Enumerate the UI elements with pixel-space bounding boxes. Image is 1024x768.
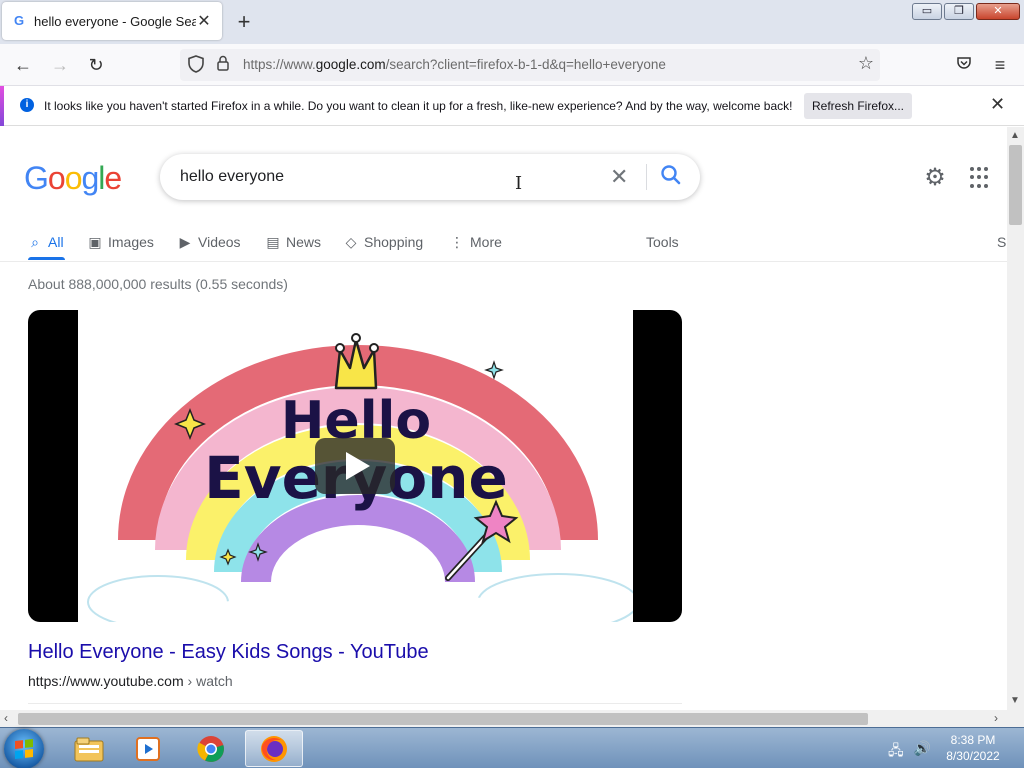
file-explorer-taskbar-icon[interactable]: [60, 730, 118, 767]
taskbar-clock[interactable]: 8:38 PM 8/30/2022: [938, 732, 1008, 764]
system-tray: 🖧 🔊: [888, 740, 931, 764]
google-logo[interactable]: Google: [24, 160, 122, 197]
scrollbar-corner: [1007, 710, 1024, 727]
tab-label: All: [48, 234, 64, 250]
google-favicon-icon: G: [13, 13, 25, 28]
tab-strip: G hello everyone - Google Search ✕ + ▭ ❐…: [0, 0, 1024, 44]
video-artwork: Hello Everyone: [78, 310, 633, 622]
result-url[interactable]: https://www.youtube.com › watch: [28, 673, 233, 689]
browser-tab[interactable]: G hello everyone - Google Search ✕: [2, 2, 222, 40]
new-tab-button[interactable]: +: [232, 8, 256, 36]
notification-close-icon[interactable]: ✕: [990, 94, 1005, 115]
back-button[interactable]: ←: [11, 53, 35, 77]
result-title-link[interactable]: Hello Everyone - Easy Kids Songs - YouTu…: [28, 641, 429, 664]
minimize-button[interactable]: ▭: [912, 3, 942, 20]
scroll-down-arrow-icon[interactable]: ▼: [1010, 695, 1020, 706]
menu-hamburger-icon[interactable]: ≡: [988, 53, 1012, 77]
more-vertical-icon: ⋮: [450, 233, 464, 250]
video-thumbnail[interactable]: Hello Everyone: [28, 310, 682, 622]
start-button[interactable]: [4, 729, 44, 768]
firefox-taskbar-icon[interactable]: [245, 730, 303, 767]
tab-title: hello everyone - Google Search: [34, 13, 196, 29]
text-cursor-icon: I: [515, 173, 523, 194]
url-text[interactable]: https://www.google.com/search?client=fir…: [243, 57, 666, 72]
safesearch-button-partial[interactable]: S: [997, 230, 1006, 254]
media-player-taskbar-icon[interactable]: [120, 730, 178, 767]
tab-label: Images: [108, 234, 154, 250]
image-icon: ▣: [88, 233, 102, 250]
settings-gear-icon[interactable]: ⚙: [922, 165, 948, 191]
search-icon: ⌕: [31, 233, 39, 250]
result-divider: [28, 703, 682, 704]
bookmark-star-icon[interactable]: ☆: [858, 53, 874, 74]
vertical-scrollbar[interactable]: ▲ ▼: [1007, 127, 1024, 710]
vertical-scroll-thumb[interactable]: [1009, 145, 1022, 225]
chrome-taskbar-icon[interactable]: [182, 730, 240, 767]
tab-label: More: [470, 234, 502, 250]
tab-shopping[interactable]: ◇ Shopping: [344, 230, 424, 254]
info-icon: i: [20, 98, 34, 112]
clear-search-icon[interactable]: ✕: [610, 164, 628, 190]
horizontal-scrollbar[interactable]: ‹ ›: [0, 710, 1007, 727]
lock-icon[interactable]: [216, 55, 230, 74]
notification-accent-strip: [0, 86, 4, 126]
tracking-protection-shield-icon[interactable]: [188, 55, 204, 77]
search-box: ✕: [160, 154, 700, 200]
search-icon[interactable]: [658, 162, 684, 188]
network-icon[interactable]: 🖧: [888, 740, 904, 764]
forward-button[interactable]: →: [48, 53, 72, 77]
news-icon: ▤: [266, 233, 280, 250]
navigation-toolbar: ← → ↻ https://www.google.com/search?clie…: [0, 44, 1024, 86]
windows-taskbar: 🖧 🔊 8:38 PM 8/30/2022: [0, 727, 1024, 768]
tab-videos[interactable]: ▶ Videos: [178, 230, 241, 254]
scroll-left-arrow-icon[interactable]: ‹: [4, 711, 8, 725]
search-tabs: ⌕ All ▣ Images ▶ Videos ▤ News ◇ Shoppin…: [0, 222, 1007, 262]
clock-time: 8:38 PM: [950, 733, 996, 747]
tools-button[interactable]: Tools: [646, 230, 679, 254]
address-bar[interactable]: https://www.google.com/search?client=fir…: [180, 49, 880, 81]
active-tab-underline: [28, 257, 65, 260]
tab-images[interactable]: ▣ Images: [88, 230, 154, 254]
clock-date: 8/30/2022: [946, 749, 1000, 763]
screen: { "browser": { "tab": { "favicon": "G", …: [0, 0, 1024, 768]
tab-close-icon[interactable]: ✕: [196, 11, 212, 31]
windows-logo-icon: [15, 739, 33, 759]
window-controls: ▭ ❐ ✕: [912, 3, 1020, 20]
video-icon: ▶: [179, 233, 191, 250]
tag-icon: ◇: [345, 233, 357, 250]
search-divider: [646, 164, 647, 190]
notification-message: It looks like you haven't started Firefo…: [44, 99, 793, 113]
search-results-page: Google ✕ I ⚙ ⌕ All ▣ Images ▶: [0, 127, 1007, 710]
refresh-firefox-button[interactable]: Refresh Firefox...: [804, 93, 912, 119]
tab-news[interactable]: ▤ News: [266, 230, 321, 254]
scroll-up-arrow-icon[interactable]: ▲: [1010, 130, 1020, 141]
tab-all[interactable]: ⌕ All: [28, 230, 64, 254]
refresh-notification-bar: i It looks like you haven't started Fire…: [0, 86, 1024, 126]
scroll-right-arrow-icon[interactable]: ›: [994, 711, 998, 725]
close-window-button[interactable]: ✕: [976, 3, 1020, 20]
tab-more[interactable]: ⋮ More: [450, 230, 502, 254]
search-input[interactable]: [180, 166, 600, 188]
result-stats: About 888,000,000 results (0.55 seconds): [28, 276, 288, 292]
tab-label: Videos: [198, 234, 241, 250]
google-apps-icon[interactable]: [970, 167, 992, 189]
tab-label: Shopping: [364, 234, 424, 250]
reload-button[interactable]: ↻: [84, 53, 108, 77]
restore-button[interactable]: ❐: [944, 3, 974, 20]
tab-label: News: [286, 234, 322, 250]
volume-icon[interactable]: 🔊: [914, 740, 931, 764]
pocket-icon[interactable]: [952, 53, 976, 77]
horizontal-scroll-thumb[interactable]: [18, 713, 868, 725]
